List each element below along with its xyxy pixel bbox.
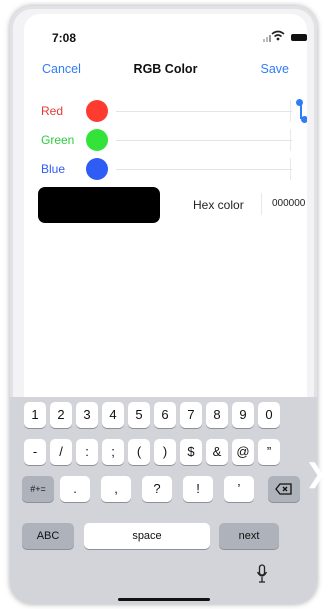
symbol-key-7[interactable]: & <box>206 439 228 465</box>
delete-key[interactable] <box>268 476 300 502</box>
digit-key-3[interactable]: 4 <box>102 402 124 428</box>
punct-key-3[interactable]: ! <box>183 476 213 502</box>
red-label: Red <box>41 104 64 118</box>
symbol-key-1[interactable]: / <box>50 439 72 465</box>
digit-key-2[interactable]: 3 <box>76 402 98 428</box>
save-button[interactable]: Save <box>261 62 290 76</box>
symbol-key-2[interactable]: : <box>76 439 98 465</box>
blue-slider-track[interactable] <box>116 169 292 170</box>
symbol-key-5[interactable]: ) <box>154 439 176 465</box>
navigation-bar: Cancel RGB Color Save <box>24 62 307 86</box>
channel-row-green: Green 0 <box>24 129 307 153</box>
symbol-key-4[interactable]: ( <box>128 439 150 465</box>
wifi-icon <box>271 30 285 44</box>
channel-row-red: Red 0 <box>24 100 307 124</box>
blue-swatch <box>86 158 108 180</box>
symbol-key-3[interactable]: ; <box>102 439 124 465</box>
punct-key-2[interactable]: ? <box>142 476 172 502</box>
red-slider-track[interactable] <box>116 111 292 112</box>
symbol-key-0[interactable]: - <box>24 439 46 465</box>
symbols-toggle-key[interactable]: #+= <box>22 476 54 502</box>
device-frame: 7:08 Cancel RGB Color Save Red 0 <box>10 6 317 604</box>
microphone-icon[interactable] <box>256 564 268 584</box>
green-swatch <box>86 129 108 151</box>
channel-row-blue: Blue 0 <box>24 158 307 182</box>
chevron-right-icon: ❯ <box>305 458 327 488</box>
green-label: Green <box>41 133 75 147</box>
digit-key-0[interactable]: 1 <box>24 402 46 428</box>
hex-row: Hex color 000000 <box>24 187 307 223</box>
hex-input[interactable]: 000000 <box>261 193 307 215</box>
digit-key-1[interactable]: 2 <box>50 402 72 428</box>
punct-key-4[interactable]: ’ <box>224 476 254 502</box>
punct-key-1[interactable]: , <box>101 476 131 502</box>
backspace-icon <box>275 483 293 498</box>
hex-label: Hex color <box>193 198 244 212</box>
blue-value-field[interactable]: 0 <box>290 158 307 180</box>
digit-key-5[interactable]: 6 <box>154 402 176 428</box>
status-bar: 7:08 <box>24 14 307 50</box>
hex-value: 000000 <box>272 198 306 209</box>
battery-icon <box>291 34 307 41</box>
status-time: 7:08 <box>52 31 77 45</box>
digit-key-8[interactable]: 9 <box>232 402 254 428</box>
symbol-key-8[interactable]: @ <box>232 439 254 465</box>
next-key[interactable]: next <box>219 523 279 549</box>
punct-key-0[interactable]: . <box>60 476 90 502</box>
digit-key-6[interactable]: 7 <box>180 402 202 428</box>
color-preview <box>38 187 160 223</box>
digit-key-4[interactable]: 5 <box>128 402 150 428</box>
blue-label: Blue <box>41 162 66 176</box>
space-key[interactable]: space <box>84 523 210 549</box>
red-swatch <box>86 100 108 122</box>
digit-key-7[interactable]: 8 <box>206 402 228 428</box>
abc-key[interactable]: ABC <box>22 523 74 549</box>
text-selection-cursor[interactable] <box>292 99 307 123</box>
green-value-field[interactable]: 0 <box>290 129 307 151</box>
digit-key-9[interactable]: 0 <box>258 402 280 428</box>
symbol-key-6[interactable]: $ <box>180 439 202 465</box>
numeric-keyboard: 1234567890 - /:;() $ & @” #+= .,?! ’ ABC spac… <box>10 397 317 604</box>
home-indicator <box>118 598 210 601</box>
green-slider-track[interactable] <box>116 140 292 141</box>
symbol-key-9[interactable]: ” <box>258 439 280 465</box>
